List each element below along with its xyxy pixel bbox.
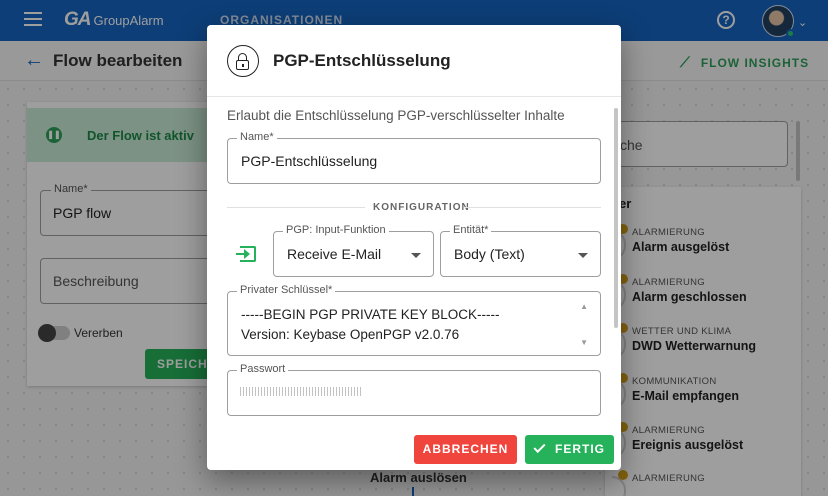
check-icon (533, 440, 546, 454)
section-divider (227, 207, 365, 208)
input-function-label: PGP: Input-Funktion (283, 224, 389, 236)
dropdown-caret-icon (578, 253, 588, 258)
done-button[interactable]: FERTIG (525, 435, 614, 464)
pgp-decryption-dialog: PGP-Entschlüsselung Erlaubt die Entschlü… (207, 25, 621, 470)
entity-value: Body (Text) (454, 246, 525, 262)
lock-icon (227, 45, 259, 77)
step-name-field[interactable]: Name* PGP-Entschlüsselung (227, 131, 601, 184)
dialog-description: Erlaubt die Entschlüsselung PGP-verschlü… (227, 108, 565, 123)
password-masked-value (240, 387, 362, 396)
step-name-value: PGP-Entschlüsselung (241, 153, 378, 169)
section-header-konfiguration: KONFIGURATION (373, 202, 470, 213)
step-name-label: Name* (237, 131, 277, 143)
private-key-label: Privater Schlüssel* (237, 284, 336, 296)
input-function-value: Receive E-Mail (287, 246, 382, 262)
private-key-textarea[interactable]: Privater Schlüssel* -----BEGIN PGP PRIVA… (227, 284, 601, 356)
password-label: Passwort (237, 363, 289, 375)
entity-select[interactable]: Entität* Body (Text) (440, 224, 601, 277)
private-key-line-1: -----BEGIN PGP PRIVATE KEY BLOCK----- (241, 307, 500, 322)
dropdown-caret-icon (411, 253, 421, 258)
input-arrow-icon (236, 246, 256, 262)
dialog-divider (207, 96, 621, 97)
input-function-select[interactable]: PGP: Input-Funktion Receive E-Mail (273, 224, 434, 277)
password-field[interactable]: Passwort (227, 363, 601, 416)
private-key-line-2: Version: Keybase OpenPGP v2.0.76 (241, 327, 460, 342)
textarea-scroll-down-icon[interactable]: ▼ (580, 338, 588, 347)
dialog-title: PGP-Entschlüsselung (273, 51, 451, 70)
textarea-scroll-up-icon[interactable]: ▲ (580, 302, 588, 311)
section-divider (465, 207, 601, 208)
dialog-scrollbar[interactable] (614, 108, 618, 328)
cancel-button[interactable]: ABBRECHEN (414, 435, 517, 464)
done-button-label: FERTIG (555, 442, 605, 456)
entity-label: Entität* (450, 224, 492, 236)
